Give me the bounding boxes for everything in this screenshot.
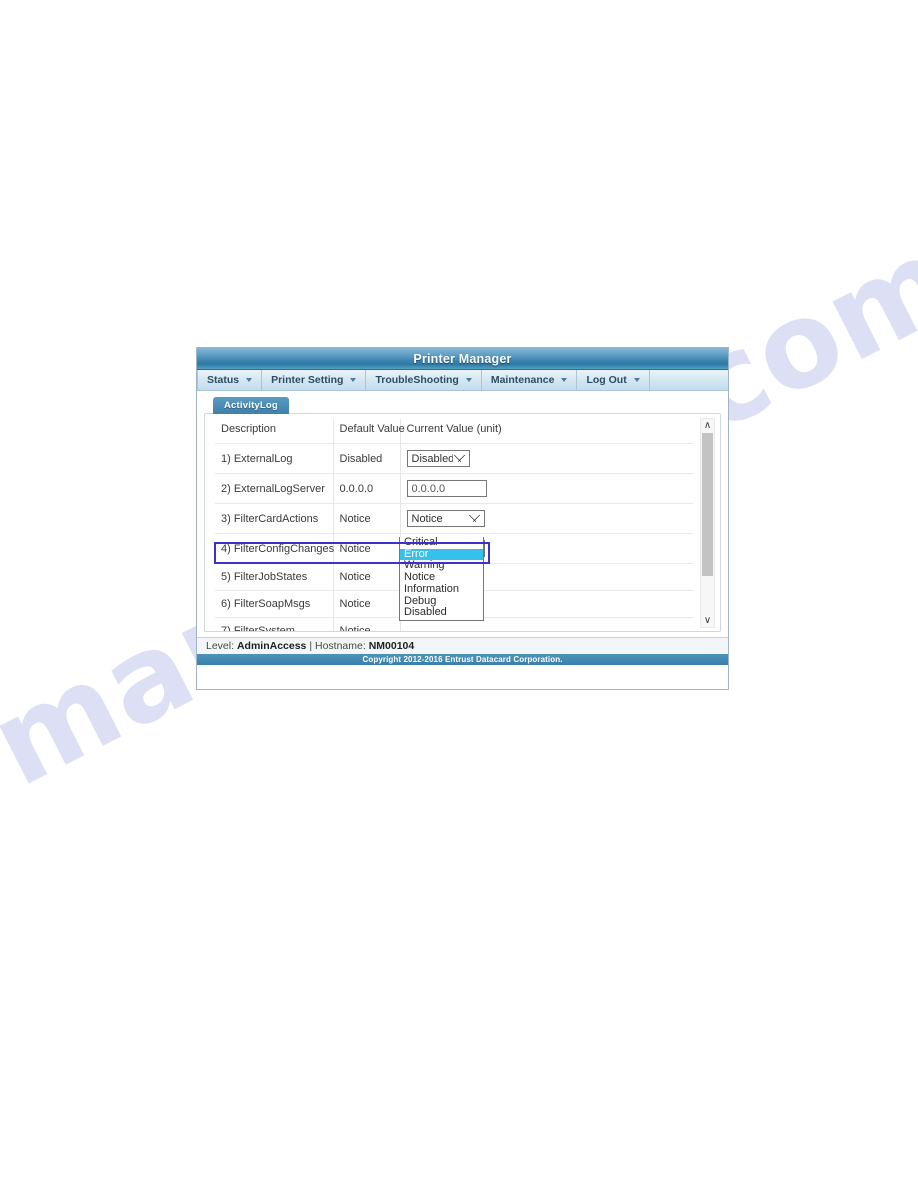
menu-item-label: Maintenance: [490, 374, 555, 386]
row-default-value: Notice: [333, 563, 401, 591]
menu-item-status[interactable]: Status: [197, 370, 263, 390]
chevron-down-icon: [246, 378, 253, 382]
status-separator: |: [309, 640, 313, 652]
filter-card-actions-select[interactable]: Notice: [406, 510, 485, 527]
chevron-down-icon[interactable]: ∨: [701, 614, 714, 627]
external-log-select[interactable]: Disabled: [406, 450, 470, 467]
row-description: 1) ExternalLog: [215, 443, 334, 474]
printer-manager-window: Printer Manager Status Printer Setting T…: [196, 347, 729, 690]
scrollbar-thumb[interactable]: [702, 433, 713, 576]
dropdown-option-critical[interactable]: Critical: [400, 536, 483, 549]
main-menu-bar: Status Printer Setting TroubleShooting M…: [197, 370, 728, 391]
column-header-default-value: Default Value: [333, 419, 405, 444]
row-description: 7) FilterSystem: [215, 617, 334, 631]
row-default-value: Notice: [333, 617, 401, 631]
external-log-server-input[interactable]: [406, 480, 487, 497]
dropdown-option-information[interactable]: Information: [400, 583, 483, 596]
tab-strip: ActivityLog: [204, 397, 721, 414]
menu-item-label: Log Out: [586, 374, 627, 386]
copyright-bar: Copyright 2012-2016 Entrust Datacard Cor…: [197, 654, 728, 665]
panel-scrollbar[interactable]: ∧ ∨: [700, 418, 715, 628]
row-default-value: Notice: [333, 503, 401, 534]
row-description: 6) FilterSoapMsgs: [215, 590, 334, 618]
dropdown-option-disabled[interactable]: Disabled: [400, 607, 483, 619]
status-hostname-value: NM00104: [368, 640, 415, 652]
chevron-up-icon[interactable]: ∧: [701, 419, 714, 432]
log-level-dropdown-list[interactable]: Critical Error Warning Notice Informatio…: [399, 536, 484, 621]
menu-item-label: Printer Setting: [271, 374, 344, 386]
column-header-description: Description: [215, 419, 334, 444]
chevron-down-icon: [465, 378, 472, 382]
status-hostname-label: Hostname:: [314, 640, 366, 652]
table-row: 2) ExternalLogServer 0.0.0.0: [215, 473, 693, 504]
menu-item-label: TroubleShooting: [375, 374, 459, 386]
chevron-down-icon: [633, 378, 640, 382]
chevron-down-icon: [350, 378, 357, 382]
status-level-label: Level:: [206, 640, 235, 652]
table-row: 3) FilterCardActions Notice Notice: [215, 503, 693, 534]
row-current-value: Disabled: [400, 443, 693, 474]
title-bar: Printer Manager: [197, 348, 728, 370]
row-description: 2) ExternalLogServer: [215, 473, 334, 504]
activity-log-panel: Description Default Value Current Value …: [204, 413, 721, 632]
menu-item-maintenance[interactable]: Maintenance: [482, 370, 578, 390]
menu-item-printer-setting[interactable]: Printer Setting: [262, 370, 367, 390]
menu-item-log-out[interactable]: Log Out: [577, 370, 650, 390]
menu-item-troubleshooting[interactable]: TroubleShooting: [366, 370, 482, 390]
status-bar: Level: AdminAccess | Hostname: NM00104: [197, 637, 728, 654]
column-header-current-value: Current Value (unit): [400, 419, 693, 444]
tab-activitylog[interactable]: ActivityLog: [213, 397, 289, 414]
row-default-value: Disabled: [333, 443, 401, 474]
row-default-value: Notice: [333, 590, 401, 618]
row-default-value: Notice: [333, 533, 401, 564]
row-default-value: 0.0.0.0: [333, 473, 401, 504]
menu-item-label: Status: [207, 374, 240, 386]
row-current-value: [400, 473, 693, 504]
chevron-down-icon: [561, 378, 568, 382]
row-description: 3) FilterCardActions: [215, 503, 334, 534]
content-area: ActivityLog Description Default Value Cu…: [197, 391, 728, 637]
row-description: 5) FilterJobStates: [215, 563, 334, 591]
page-title: Printer Manager: [413, 351, 512, 366]
copyright-text: Copyright 2012-2016 Entrust Datacard Cor…: [362, 655, 563, 664]
status-level-value: AdminAccess: [236, 640, 307, 652]
table-row: 1) ExternalLog Disabled Disabled: [215, 443, 693, 474]
row-description: 4) FilterConfigChanges: [215, 533, 334, 564]
table-header-row: Description Default Value Current Value …: [215, 419, 693, 444]
row-current-value: Notice: [400, 503, 693, 534]
